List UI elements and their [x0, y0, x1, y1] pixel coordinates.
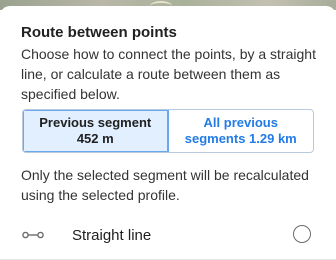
segment-toggle: Previous segment 452 m All previous segm… — [22, 109, 314, 153]
previous-segment-button[interactable]: Previous segment 452 m — [23, 110, 169, 152]
straight-line-radio[interactable] — [293, 225, 311, 243]
dialog-description: Choose how to connect the points, by a s… — [21, 46, 316, 102]
dialog-title: Route between points — [21, 24, 177, 41]
straight-line-icon — [22, 227, 44, 243]
option-straight-line[interactable]: Straight line — [0, 213, 336, 259]
all-previous-segments-button[interactable]: All previous segments 1.29 km — [169, 110, 314, 152]
option-label: Straight line — [72, 227, 152, 244]
segment-note: Only the selected segment will be recalc… — [21, 167, 309, 203]
route-options-sheet: Route between points Choose how to conne… — [0, 6, 336, 260]
